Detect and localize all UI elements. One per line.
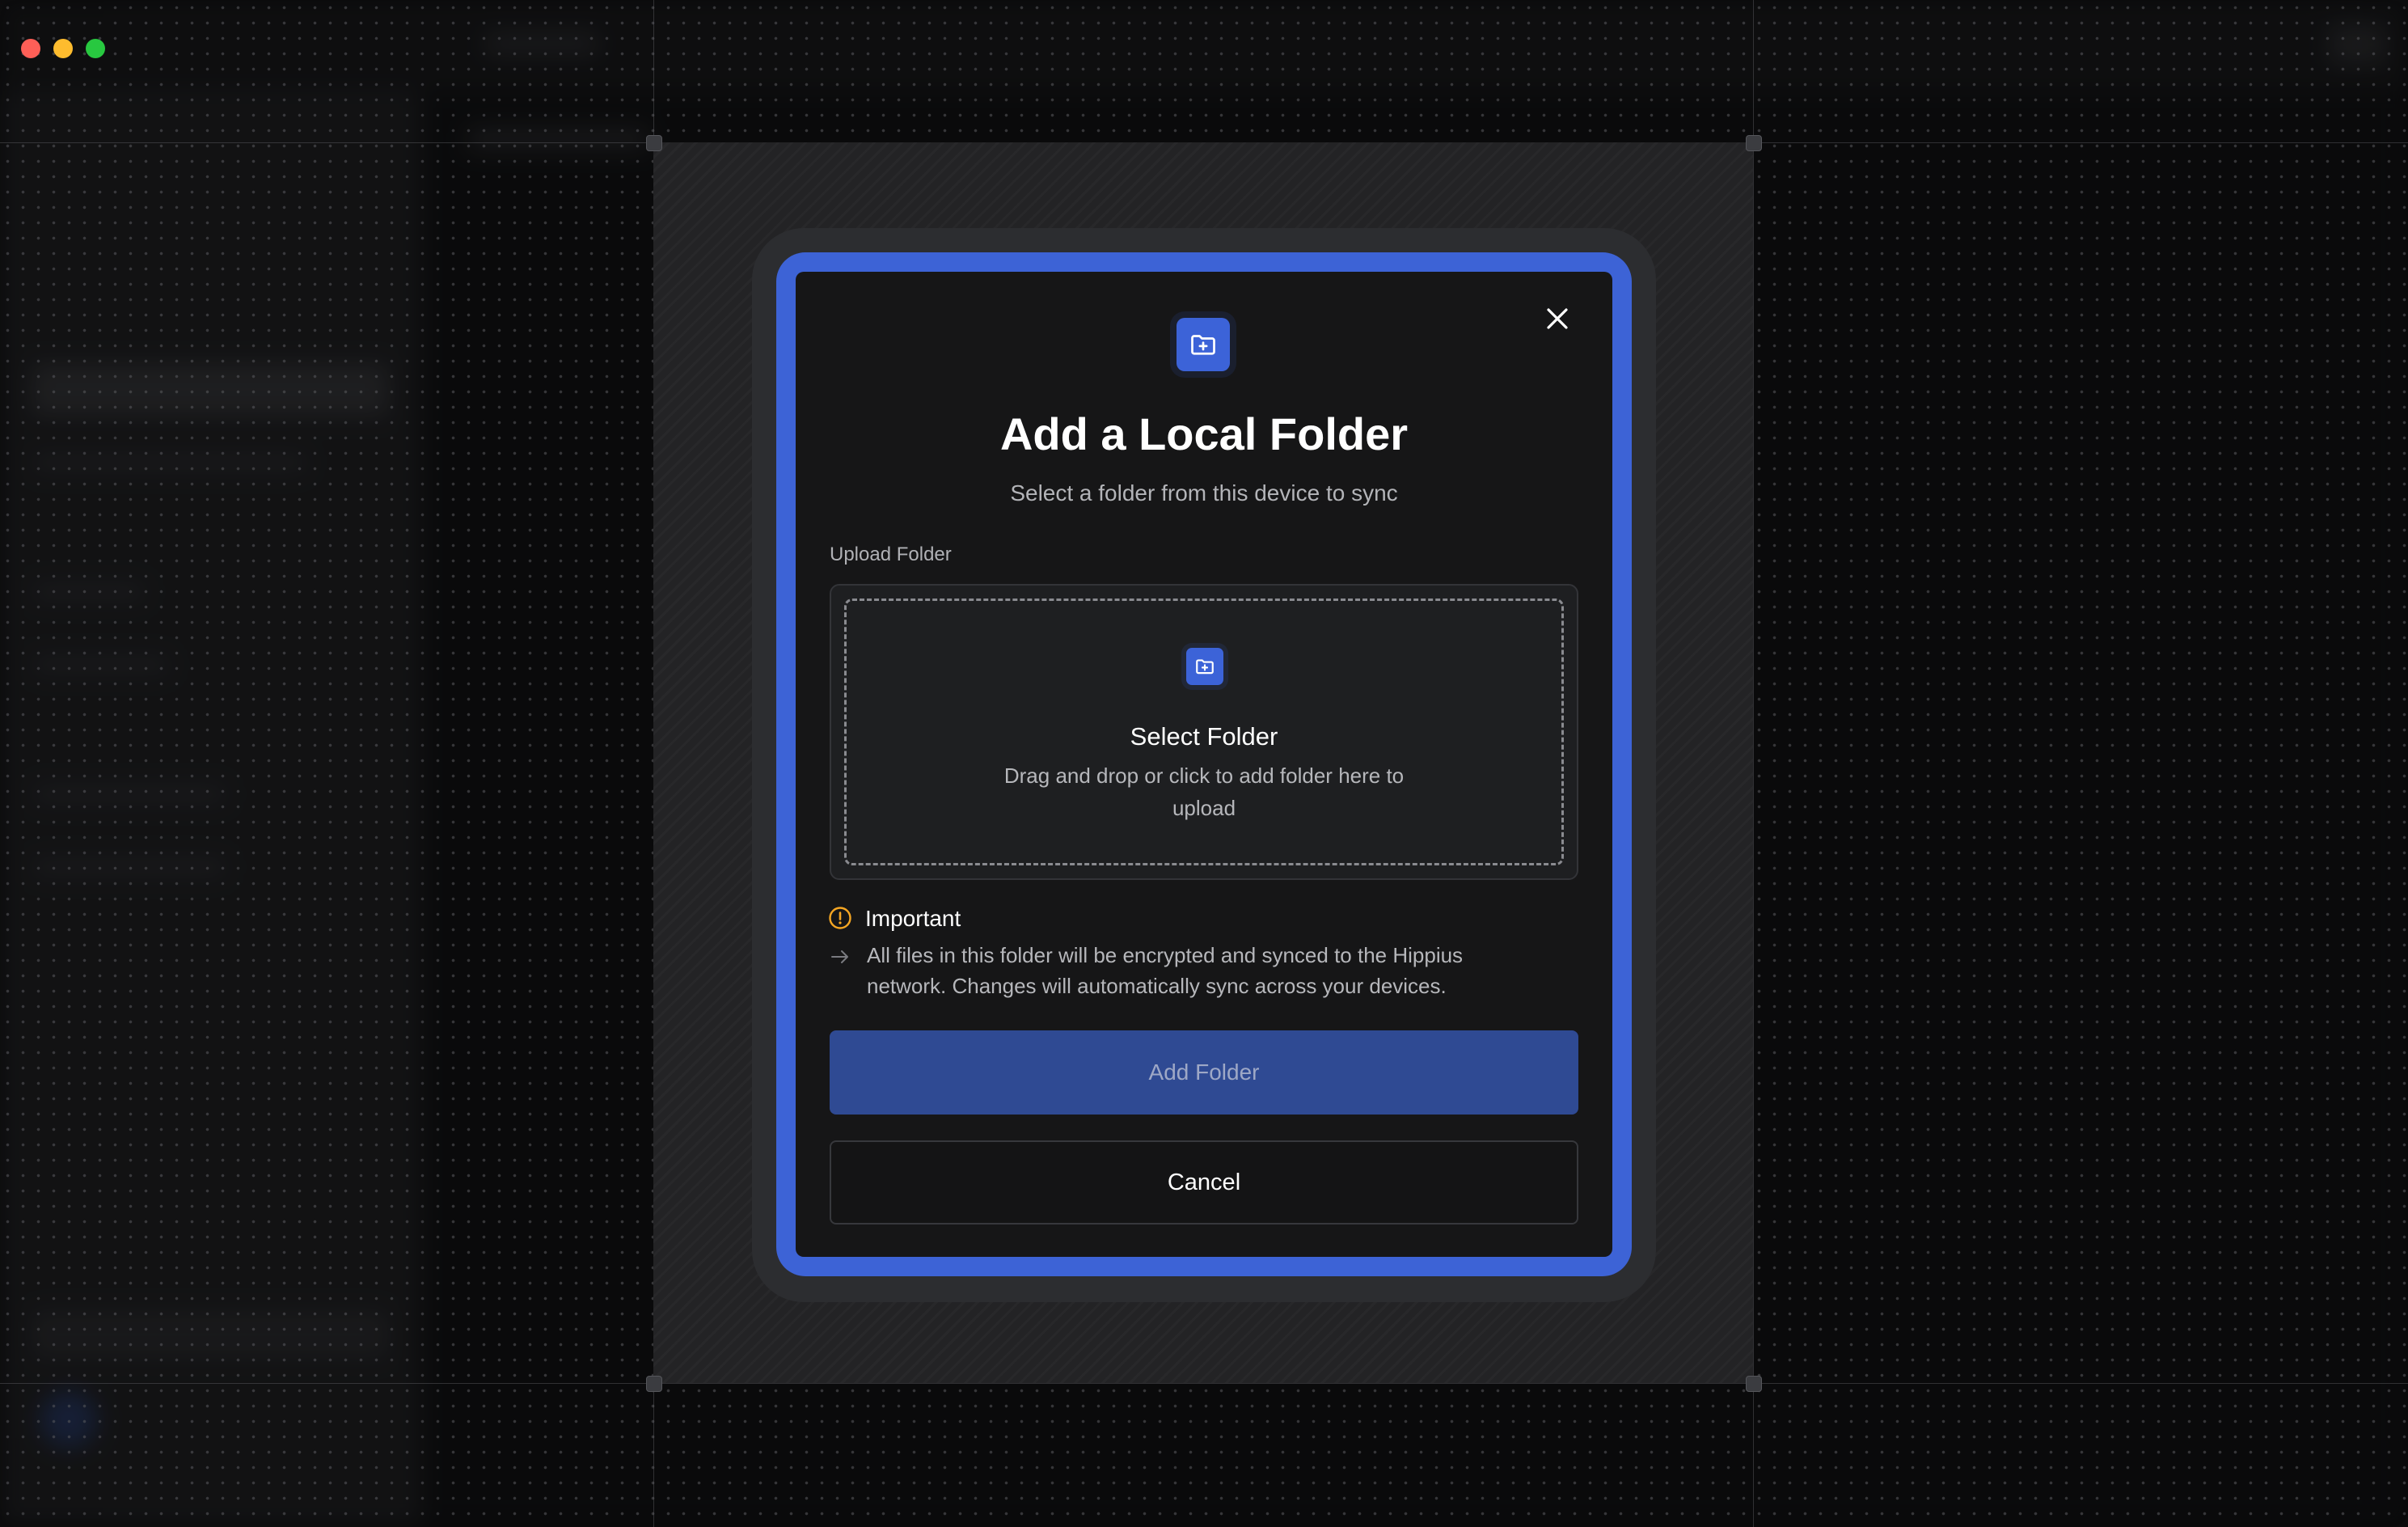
app-window: Add a Local Folder Select a folder from … [0,0,2408,1527]
dropzone-description: Drag and drop or click to add folder her… [1003,764,1405,820]
cancel-button[interactable]: Cancel [830,1140,1578,1225]
corner-marker [1746,1376,1762,1392]
folder-plus-icon [1177,318,1230,371]
close-button[interactable] [1533,294,1582,343]
dropzone-title: Select Folder [1130,722,1278,751]
folder-dropzone[interactable]: Select Folder Drag and drop or click to … [830,584,1578,880]
corner-marker [1746,135,1762,151]
folder-plus-icon [1186,648,1223,685]
upload-folder-label: Upload Folder [830,544,952,565]
dialog-subtitle: Select a folder from this device to sync [1010,480,1398,505]
close-icon [1547,308,1568,329]
notice-title: Important [865,906,961,931]
add-folder-button[interactable]: Add Folder [830,1030,1578,1115]
corner-marker [646,1376,662,1392]
dropzone-dashed-area[interactable]: Select Folder Drag and drop or click to … [844,599,1564,865]
guide-line [1753,0,1754,1527]
window-close-button[interactable] [21,39,40,58]
add-folder-dialog: Add a Local Folder Select a folder from … [796,272,1612,1257]
notice-text: All files in this folder will be encrypt… [867,943,1464,998]
corner-marker [646,135,662,151]
dialog-title: Add a Local Folder [999,408,1409,459]
window-zoom-button[interactable] [86,39,105,58]
window-minimize-button[interactable] [53,39,73,58]
arrow-right-icon [831,950,848,963]
guide-line [0,1383,2408,1384]
alert-circle-icon [829,907,851,929]
